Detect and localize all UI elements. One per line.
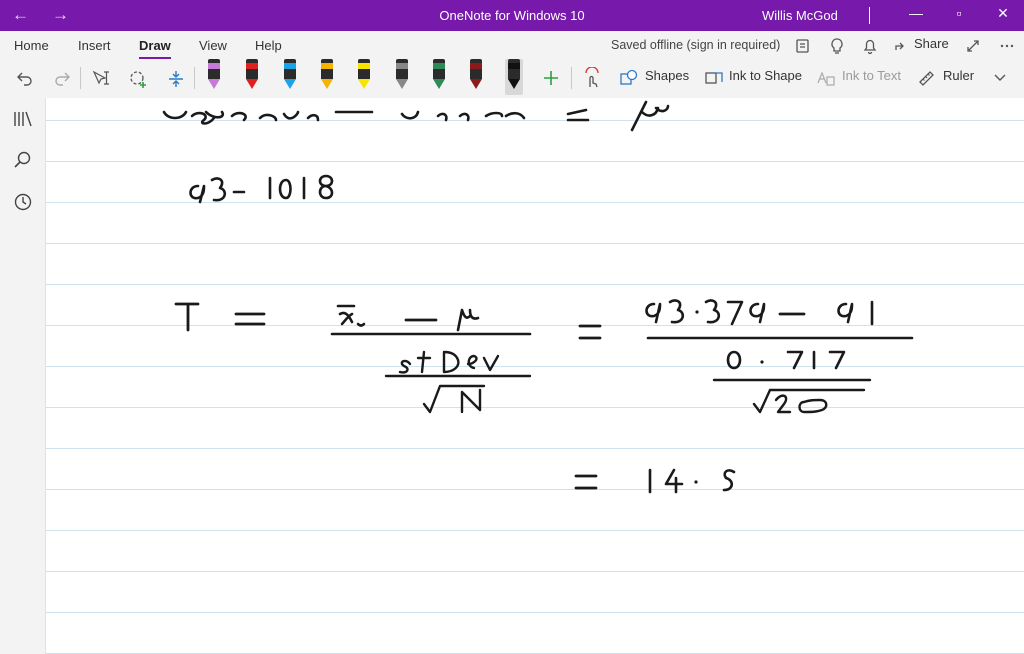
pen-body [246,59,258,79]
bell-icon[interactable] [862,37,878,55]
type-select-icon[interactable] [91,69,111,87]
pen-3[interactable] [281,59,299,95]
title-bar: ← → OneNote for Windows 10 Willis McGod … [0,0,1024,31]
pen-8[interactable] [467,59,485,95]
pen-color-band [284,63,296,69]
chevron-down-icon[interactable] [993,73,1007,83]
pen-tip [396,79,408,89]
pen-tip [246,79,258,89]
notebook-sync-icon[interactable] [795,38,811,54]
notebooks-icon[interactable] [13,110,33,128]
add-pen-icon[interactable] [542,69,560,87]
toolbar-divider [571,67,572,89]
ink-to-shape-button[interactable]: Ink to Shape [729,68,802,83]
pen-tip [321,79,333,89]
pen-body [433,59,445,79]
pen-7[interactable] [430,59,448,95]
tab-home[interactable]: Home [14,38,49,53]
pen-body [284,59,296,79]
pen-color-band [470,63,482,69]
pen-color-band [508,63,520,69]
touch-draw-icon[interactable] [582,67,602,89]
add-space-icon[interactable] [167,69,185,89]
tab-draw[interactable]: Draw [139,38,171,59]
share-button[interactable]: Share [914,36,949,51]
user-name[interactable]: Willis McGod [762,8,838,23]
ink-to-text-button[interactable]: Ink to Text [842,68,901,83]
ruler-icon [919,71,934,86]
pen-color-band [433,63,445,69]
pen-color-band [246,63,258,69]
recent-icon[interactable] [13,192,33,212]
pen-tip [508,79,520,89]
pen-body [208,59,220,79]
close-icon[interactable]: ✕ [993,5,1013,22]
lightbulb-icon[interactable] [829,37,845,55]
shapes-icon [620,69,638,85]
search-icon[interactable] [13,150,33,170]
tab-view[interactable]: View [199,38,227,53]
pen-4[interactable] [318,59,336,95]
pen-2[interactable] [243,59,261,95]
pen-tip [208,79,220,89]
ink-to-shape-icon [705,72,723,84]
pen-9[interactable] [505,59,523,95]
pen-body [470,59,482,79]
pen-body [321,59,333,79]
fullscreen-icon[interactable] [965,38,981,54]
undo-icon[interactable] [16,69,34,87]
minimize-icon[interactable]: — [906,5,926,21]
ribbon: Home Insert Draw View Help Saved offline… [0,31,1024,98]
ruler-button[interactable]: Ruler [943,68,974,83]
pen-body [358,59,370,79]
toolbar-divider [80,67,81,89]
pen-6[interactable] [393,59,411,95]
pen-color-band [321,63,333,69]
lasso-select-icon[interactable] [128,69,150,89]
shapes-button[interactable]: Shapes [645,68,689,83]
pen-5[interactable] [355,59,373,95]
redo-icon[interactable] [53,69,71,87]
sync-status[interactable]: Saved offline (sign in required) [611,38,780,52]
toolbar-divider [194,67,195,89]
pen-color-band [396,63,408,69]
pen-color-band [208,63,220,69]
more-options-icon[interactable] [999,38,1015,54]
titlebar-divider [869,7,870,24]
pen-body [396,59,408,79]
navigation-sidebar [0,98,46,654]
maximize-icon[interactable]: ▫ [949,5,969,21]
pen-1[interactable] [205,59,223,95]
pen-tip [358,79,370,89]
note-page-canvas[interactable] [46,98,1024,654]
ink-to-text-icon [817,71,835,86]
pen-tip [284,79,296,89]
pen-tip [470,79,482,89]
pen-body [508,59,520,79]
pen-tip [433,79,445,89]
tab-insert[interactable]: Insert [78,38,111,53]
share-icon [895,42,904,50]
tab-help[interactable]: Help [255,38,282,53]
pen-color-band [358,63,370,69]
window-title: OneNote for Windows 10 [439,8,585,23]
handwritten-ink [162,100,914,494]
